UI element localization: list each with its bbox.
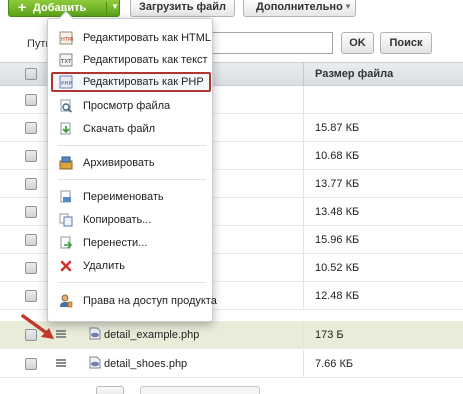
- column-divider: [303, 86, 304, 113]
- row-checkbox[interactable]: [25, 262, 37, 274]
- column-divider: [303, 350, 304, 377]
- file-size: 15.96 КБ: [315, 234, 360, 246]
- column-divider: [303, 114, 304, 141]
- plus-icon: +: [18, 0, 27, 15]
- row-checkbox[interactable]: [25, 150, 37, 162]
- file-size: 10.68 КБ: [315, 150, 360, 162]
- menu-separator: [58, 145, 206, 146]
- row-checkbox[interactable]: [25, 178, 37, 190]
- move-icon: [60, 236, 73, 249]
- add-button-divider: [106, 2, 107, 14]
- column-divider: [303, 226, 304, 253]
- text-edit-icon: TXT: [59, 53, 73, 67]
- file-size: 13.77 КБ: [315, 178, 360, 190]
- pager-navigation[interactable]: [140, 386, 260, 394]
- table-row-selected[interactable]: detail_example.php 173 Б: [0, 321, 463, 349]
- row-checkbox[interactable]: [25, 358, 37, 370]
- file-size: 7.66 КБ: [315, 358, 354, 370]
- download-icon: [60, 122, 71, 135]
- row-checkbox[interactable]: [25, 206, 37, 218]
- menu-item-label: Скачать файл: [83, 123, 156, 135]
- archive-icon: [59, 156, 73, 170]
- copy-icon: [59, 213, 73, 227]
- menu-item-download[interactable]: Скачать файл: [52, 119, 210, 139]
- select-all-checkbox[interactable]: [25, 68, 37, 80]
- svg-text:HTML: HTML: [61, 37, 73, 43]
- file-size: 13.48 КБ: [315, 206, 360, 218]
- menu-item-copy[interactable]: Копировать...: [52, 210, 210, 230]
- row-checkbox[interactable]: [25, 234, 37, 246]
- file-size: 173 Б: [315, 329, 344, 341]
- upload-file-button[interactable]: Загрузить файл: [130, 0, 235, 17]
- menu-item-label: Просмотр файла: [83, 100, 171, 112]
- column-divider: [303, 170, 304, 197]
- file-size: 10.52 КБ: [315, 262, 360, 274]
- column-divider: [303, 142, 304, 169]
- file-manager-screen: { "toolbar": { "add_label": "Добавить", …: [0, 0, 463, 394]
- menu-item-edit-html[interactable]: HTML Редактировать как HTML: [52, 28, 212, 48]
- menu-item-edit-text[interactable]: TXT Редактировать как текст: [52, 50, 210, 70]
- html-edit-icon: HTML: [59, 31, 73, 45]
- menu-item-label: Редактировать как HTML: [83, 32, 212, 44]
- menu-item-label: Копировать...: [83, 214, 152, 226]
- more-button-label: Дополнительно: [256, 1, 343, 13]
- php-file-icon: [89, 327, 101, 340]
- php-edit-icon: PHP: [59, 75, 73, 89]
- chevron-down-icon[interactable]: ▼: [111, 2, 119, 11]
- path-input[interactable]: [205, 32, 333, 54]
- menu-item-label: Редактировать как текст: [83, 54, 208, 66]
- add-button-label: Добавить: [33, 2, 87, 14]
- more-button[interactable]: Дополнительно ▼: [243, 0, 356, 17]
- file-name[interactable]: detail_example.php: [104, 329, 199, 341]
- table-row[interactable]: detail_shoes.php 7.66 КБ: [0, 350, 463, 378]
- delete-icon: [60, 260, 72, 272]
- file-size: 12.48 КБ: [315, 290, 360, 302]
- menu-item-label: Переименовать: [83, 191, 164, 203]
- menu-item-label: Перенести...: [83, 237, 148, 249]
- row-checkbox[interactable]: [25, 94, 37, 106]
- column-divider: [303, 321, 304, 348]
- menu-item-move[interactable]: Перенести...: [52, 233, 210, 253]
- access-rights-icon: [60, 294, 73, 308]
- chevron-down-icon: ▼: [344, 2, 352, 11]
- menu-item-delete[interactable]: Удалить: [52, 256, 210, 276]
- view-file-icon: [60, 99, 73, 113]
- column-divider: [303, 282, 304, 309]
- column-divider: [303, 63, 304, 85]
- pager-select[interactable]: [96, 386, 124, 394]
- file-name[interactable]: detail_shoes.php: [104, 358, 187, 370]
- menu-separator: [58, 179, 206, 180]
- column-divider: [303, 198, 304, 225]
- menu-item-label: Архивировать: [83, 157, 155, 169]
- rename-icon: [60, 190, 71, 203]
- ok-button[interactable]: OK: [341, 32, 374, 54]
- search-button[interactable]: Поиск: [380, 32, 432, 54]
- svg-text:TXT: TXT: [60, 59, 72, 65]
- svg-text:PHP: PHP: [61, 81, 72, 87]
- menu-item-archive[interactable]: Архивировать: [52, 153, 210, 173]
- php-file-icon: [89, 356, 101, 369]
- context-menu: HTML Редактировать как HTML TXT Редактир…: [47, 10, 217, 322]
- menu-item-edit-php[interactable]: PHP Редактировать как PHP: [51, 72, 211, 92]
- menu-item-label: Права на доступ продукта: [83, 295, 217, 307]
- menu-item-view-file[interactable]: Просмотр файла: [52, 96, 210, 116]
- column-header-size[interactable]: Размер файла: [315, 68, 393, 80]
- file-size: 15.87 КБ: [315, 122, 360, 134]
- menu-separator: [58, 282, 206, 283]
- menu-item-access-rights[interactable]: Права на доступ продукта: [52, 291, 217, 311]
- row-checkbox[interactable]: [25, 122, 37, 134]
- menu-item-label: Редактировать как PHP: [83, 76, 204, 88]
- row-checkbox[interactable]: [25, 290, 37, 302]
- menu-item-label: Удалить: [83, 260, 125, 272]
- column-divider: [303, 254, 304, 281]
- row-menu-icon[interactable]: [56, 359, 66, 367]
- menu-item-rename[interactable]: Переименовать: [52, 187, 210, 207]
